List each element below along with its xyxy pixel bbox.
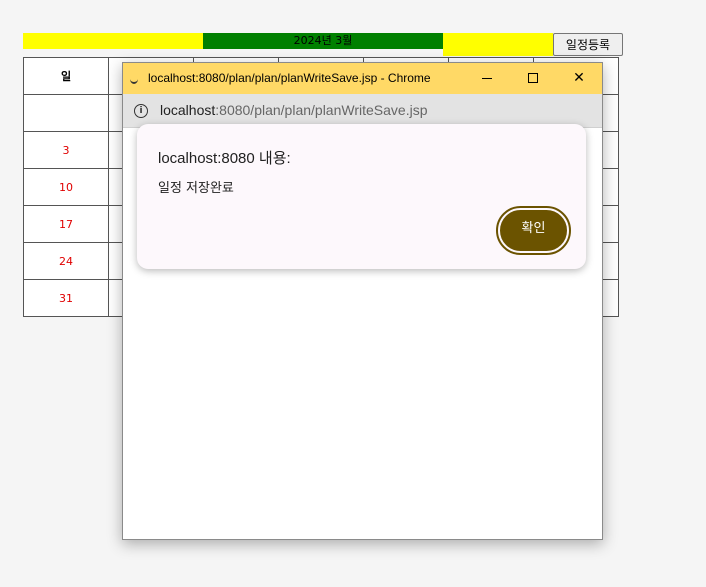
calendar-day-cell[interactable]: 31 [23, 279, 109, 317]
alert-message: 일정 저장완료 [158, 181, 234, 196]
address-host: localhost [160, 102, 216, 118]
popup-titlebar[interactable]: localhost:8080/plan/plan/planWriteSave.j… [123, 63, 602, 94]
maximize-button[interactable] [510, 63, 556, 94]
weekday-header-sun: 일 [23, 57, 109, 95]
close-icon: ✕ [573, 70, 585, 86]
month-title: 2024년 3월 [203, 33, 443, 49]
minimize-icon [482, 77, 492, 79]
address-url[interactable]: localhost:8080/plan/plan/planWriteSave.j… [160, 94, 427, 127]
calendar-day-cell[interactable]: 17 [23, 205, 109, 243]
calendar-day-cell[interactable]: 3 [23, 131, 109, 169]
close-button[interactable]: ✕ [556, 63, 602, 94]
popup-title: localhost:8080/plan/plan/planWriteSave.j… [148, 71, 431, 85]
address-path: :8080/plan/plan/planWriteSave.jsp [215, 102, 428, 118]
calendar-day-cell[interactable] [23, 94, 109, 132]
add-schedule-button[interactable]: 일정등록 [553, 33, 623, 56]
maximize-icon [528, 73, 538, 83]
header-bar-right [443, 33, 553, 56]
calendar-day-cell[interactable]: 10 [23, 168, 109, 206]
alert-title: localhost:8080 내용: [158, 150, 291, 167]
header-bar-left [23, 33, 203, 49]
address-bar[interactable]: i localhost:8080/plan/plan/planWriteSave… [123, 94, 602, 128]
minimize-button[interactable] [464, 63, 510, 94]
confirm-button[interactable]: 확인 [496, 206, 571, 255]
chrome-icon [130, 74, 138, 84]
alert-dialog: localhost:8080 내용: 일정 저장완료 확인 [137, 124, 586, 269]
calendar-day-cell[interactable]: 24 [23, 242, 109, 280]
info-icon[interactable]: i [134, 104, 148, 118]
